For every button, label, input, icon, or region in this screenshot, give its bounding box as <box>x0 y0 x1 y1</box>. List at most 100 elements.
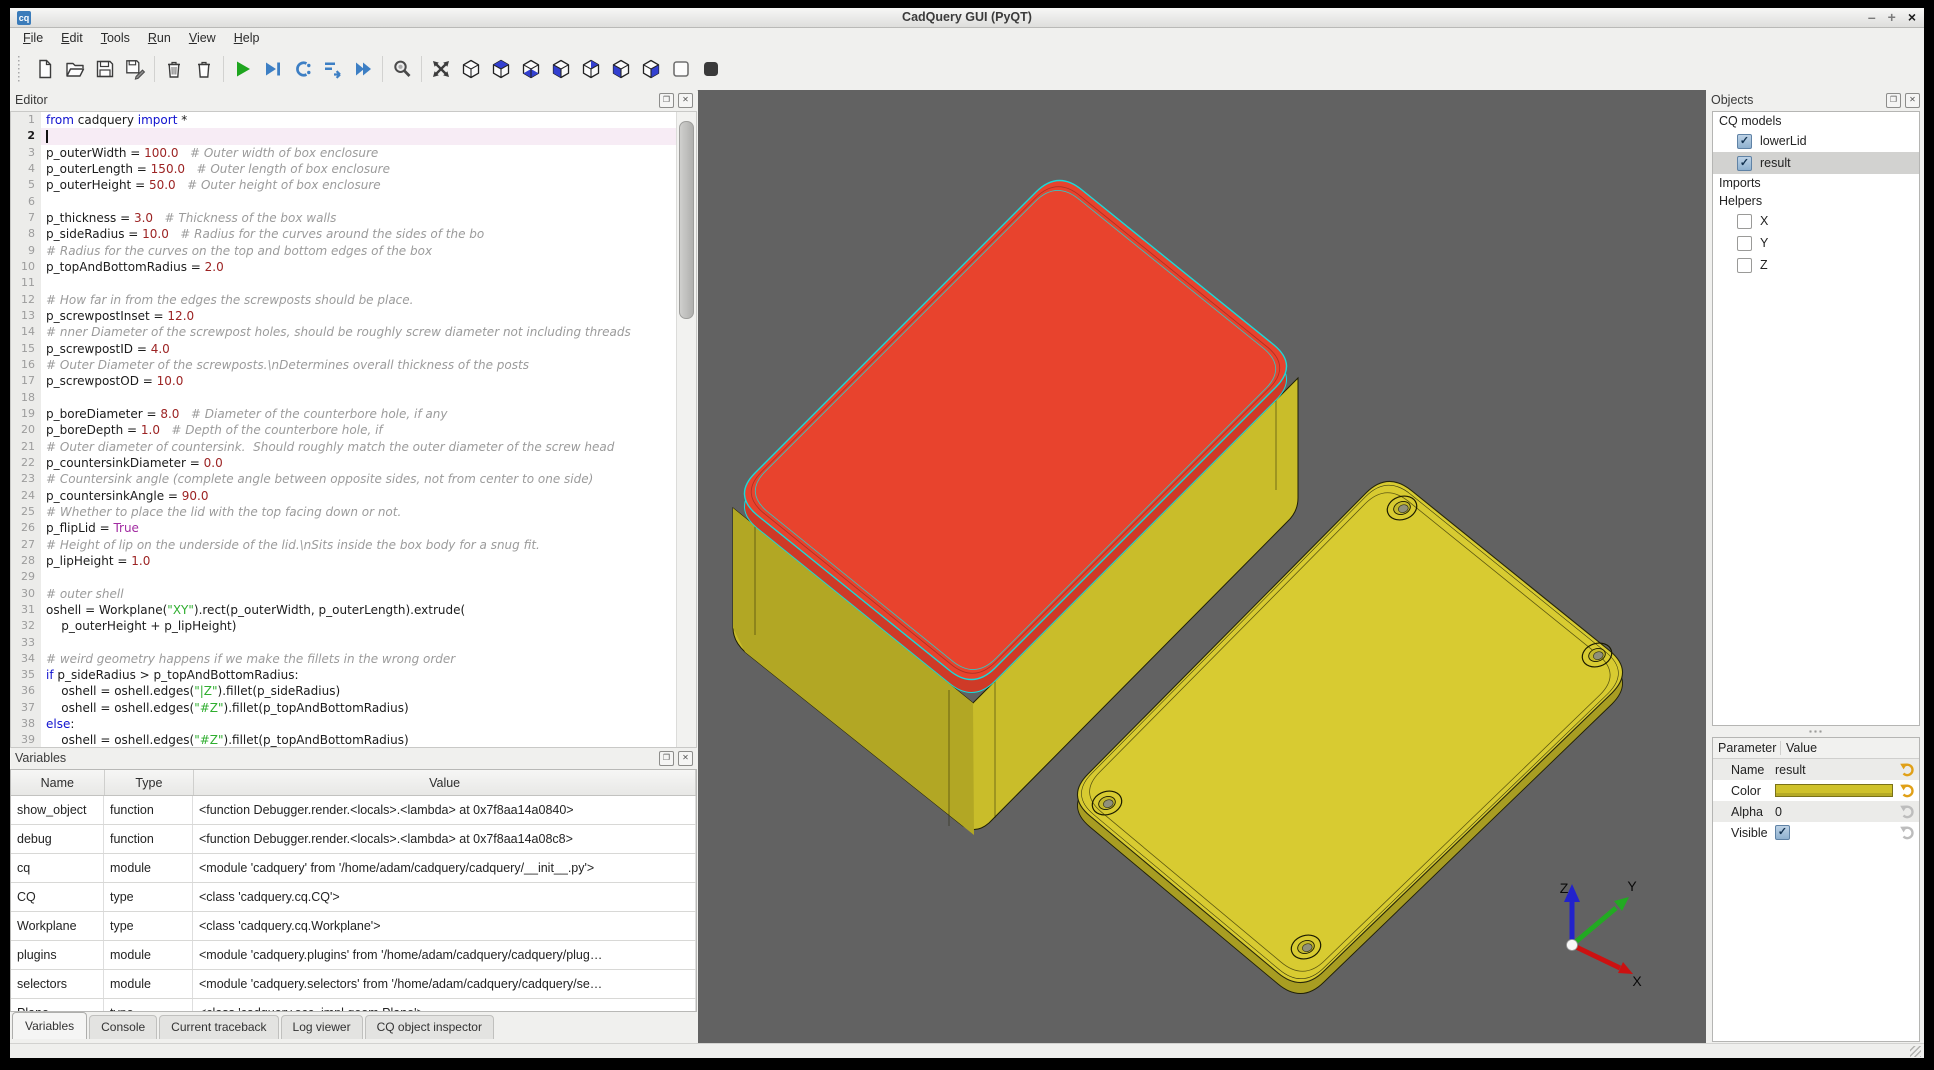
open-file-button[interactable] <box>63 57 87 81</box>
parameter-row-name[interactable]: Nameresult <box>1713 759 1919 780</box>
code-line[interactable]: 15p_screwpostID = 4.0 <box>11 341 677 357</box>
code-line[interactable]: 21# Outer diameter of countersink. Shoul… <box>11 439 677 455</box>
code-line[interactable]: 32 p_outerHeight + p_lipHeight) <box>11 618 677 634</box>
view-top-cube-button[interactable] <box>489 57 513 81</box>
table-row[interactable]: Workplanetype<class 'cadquery.cq.Workpla… <box>11 912 696 941</box>
code-line[interactable]: 26p_flipLid = True <box>11 520 677 536</box>
viewport-3d[interactable]: Z Y X <box>698 90 1706 1043</box>
variables-column-header[interactable]: Value <box>194 770 696 795</box>
tree-item-helpers[interactable]: Helpers <box>1713 192 1919 210</box>
code-line[interactable]: 35if p_sideRadius > p_topAndBottomRadius… <box>11 667 677 683</box>
code-editor[interactable]: 1from cadquery import *23p_outerWidth = … <box>10 111 697 748</box>
menu-file[interactable]: File <box>14 29 52 47</box>
title-bar[interactable]: cq CadQuery GUI (PyQT) – + × <box>10 8 1924 28</box>
menu-help[interactable]: Help <box>225 29 269 47</box>
code-line[interactable]: 5p_outerHeight = 50.0 # Outer height of … <box>11 177 677 193</box>
editor-close-button[interactable]: ✕ <box>678 93 693 108</box>
maximize-button[interactable]: + <box>1888 8 1896 27</box>
code-line[interactable]: 2 <box>11 128 677 144</box>
wireframe-toggle-button[interactable] <box>669 57 693 81</box>
parameter-table[interactable]: Parameter Value NameresultColorAlpha0Vis… <box>1712 737 1920 1042</box>
table-row[interactable]: debugfunction<function Debugger.render.<… <box>11 825 696 854</box>
visibility-checkbox[interactable] <box>1737 236 1752 251</box>
variables-table[interactable]: NameTypeValueshow_objectfunction<functio… <box>10 769 697 1012</box>
run-button[interactable] <box>231 57 255 81</box>
tree-item-lowerlid[interactable]: ✓lowerLid <box>1713 130 1919 152</box>
tree-item-x[interactable]: X <box>1713 210 1919 232</box>
code-line[interactable]: 24p_countersinkAngle = 90.0 <box>11 488 677 504</box>
code-line[interactable]: 33 <box>11 635 677 651</box>
editor-float-button[interactable]: ❐ <box>659 93 674 108</box>
editor-scrollbar[interactable] <box>676 112 696 747</box>
table-row[interactable]: show_objectfunction<function Debugger.re… <box>11 796 696 825</box>
menu-run[interactable]: Run <box>139 29 180 47</box>
tree-item-result[interactable]: ✓result <box>1713 152 1919 174</box>
undo-icon[interactable] <box>1899 782 1916 799</box>
code-line[interactable]: 14# nner Diameter of the screwpost holes… <box>11 324 677 340</box>
code-line[interactable]: 12# How far in from the edges the screwp… <box>11 292 677 308</box>
view-bottom-cube-button[interactable] <box>519 57 543 81</box>
code-line[interactable]: 11 <box>11 275 677 291</box>
menu-view[interactable]: View <box>180 29 225 47</box>
visibility-checkbox[interactable] <box>1737 258 1752 273</box>
code-line[interactable]: 4p_outerLength = 150.0 # Outer length of… <box>11 161 677 177</box>
variables-column-header[interactable]: Name <box>11 770 105 795</box>
visibility-checkbox[interactable] <box>1737 214 1752 229</box>
table-row[interactable]: selectorsmodule<module 'cadquery.selecto… <box>11 970 696 999</box>
variables-float-button[interactable]: ❐ <box>659 751 674 766</box>
code-line[interactable]: 6 <box>11 194 677 210</box>
fit-all-button[interactable] <box>429 57 453 81</box>
visible-checkbox[interactable]: ✓ <box>1775 825 1790 840</box>
tab-cq-object-inspector[interactable]: CQ object inspector <box>365 1015 494 1039</box>
objects-close-button[interactable]: ✕ <box>1905 93 1920 108</box>
tab-variables[interactable]: Variables <box>12 1012 87 1039</box>
undo-icon[interactable] <box>1899 761 1916 778</box>
code-line[interactable]: 22p_countersinkDiameter = 0.0 <box>11 455 677 471</box>
view-left-cube-button[interactable] <box>609 57 633 81</box>
zoom-fit-button[interactable] <box>390 57 414 81</box>
code-line[interactable]: 7p_thickness = 3.0 # Thickness of the bo… <box>11 210 677 226</box>
variables-column-header[interactable]: Type <box>105 770 195 795</box>
viewport-scene[interactable]: Z Y X <box>698 90 1706 1043</box>
tree-item-y[interactable]: Y <box>1713 232 1919 254</box>
resize-grip-icon[interactable] <box>1910 1046 1921 1057</box>
tree-item-imports[interactable]: Imports <box>1713 174 1919 192</box>
toolbar-handle[interactable] <box>16 56 22 82</box>
code-line[interactable]: 9# Radius for the curves on the top and … <box>11 243 677 259</box>
parameter-row-color[interactable]: Color <box>1713 780 1919 801</box>
step-button[interactable] <box>321 57 345 81</box>
parameter-value[interactable]: ✓ <box>1775 825 1899 840</box>
code-line[interactable]: 20p_boreDepth = 1.0 # Depth of the count… <box>11 422 677 438</box>
code-line[interactable]: 18 <box>11 390 677 406</box>
code-line[interactable]: 8p_sideRadius = 10.0 # Radius for the cu… <box>11 226 677 242</box>
variables-close-button[interactable]: ✕ <box>678 751 693 766</box>
code-line[interactable]: 17p_screwpostOD = 10.0 <box>11 373 677 389</box>
code-line[interactable]: 38else: <box>11 716 677 732</box>
table-row[interactable]: pluginsmodule<module 'cadquery.plugins' … <box>11 941 696 970</box>
save-as-button[interactable] <box>123 57 147 81</box>
visibility-checkbox[interactable]: ✓ <box>1737 156 1752 171</box>
objects-float-button[interactable]: ❐ <box>1886 93 1901 108</box>
delete-button[interactable] <box>162 57 186 81</box>
code-line[interactable]: 28p_lipHeight = 1.0 <box>11 553 677 569</box>
shaded-toggle-button[interactable] <box>699 57 723 81</box>
code-line[interactable]: 30# outer shell <box>11 586 677 602</box>
code-line[interactable]: 13p_screwpostInset = 12.0 <box>11 308 677 324</box>
save-button[interactable] <box>93 57 117 81</box>
code-line[interactable]: 10p_topAndBottomRadius = 2.0 <box>11 259 677 275</box>
code-line[interactable]: 16# Outer Diameter of the screwposts.\nD… <box>11 357 677 373</box>
parameter-row-alpha[interactable]: Alpha0 <box>1713 801 1919 822</box>
menu-edit[interactable]: Edit <box>52 29 92 47</box>
table-row[interactable]: cqmodule<module 'cadquery' from '/home/a… <box>11 854 696 883</box>
tree-item-z[interactable]: Z <box>1713 254 1919 276</box>
tab-current-traceback[interactable]: Current traceback <box>159 1015 278 1039</box>
editor-scrollbar-thumb[interactable] <box>679 121 694 319</box>
new-file-button[interactable] <box>33 57 57 81</box>
view-back-cube-button[interactable] <box>579 57 603 81</box>
continue-button[interactable] <box>351 57 375 81</box>
debug-run-button[interactable] <box>261 57 285 81</box>
code-line[interactable]: 34# weird geometry happens if we make th… <box>11 651 677 667</box>
minimize-button[interactable]: – <box>1868 8 1876 27</box>
close-button[interactable]: × <box>1908 8 1916 27</box>
parameter-value[interactable] <box>1775 784 1899 797</box>
